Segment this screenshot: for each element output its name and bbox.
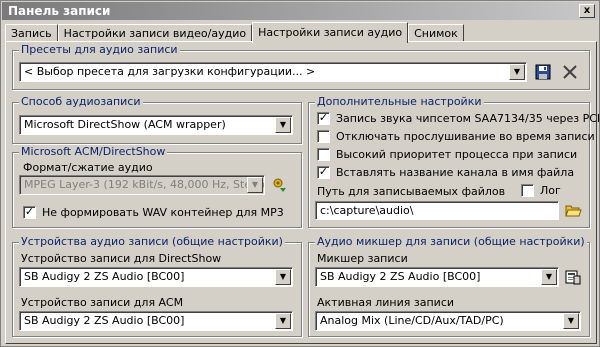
tab-strip: Запись Настройки записи видео/аудио Наст… [5,22,464,43]
delete-preset-button[interactable] [559,62,581,82]
tab-panel: Пресеты для аудио записи < Выбор пресета… [5,41,600,344]
acm-group-title: Microsoft ACM/DirectShow [19,145,168,158]
mixer-select[interactable]: SB Audigy 2 ZS Audio [BC00] ▼ [315,267,559,287]
chevron-down-icon[interactable]: ▼ [275,117,291,133]
acm-device-select[interactable]: SB Audigy 2 ZS Audio [BC00] ▼ [19,311,293,331]
presets-group: Пресеты для аудио записи < Выбор пресета… [12,43,590,90]
title-bar: Панель записи x [2,2,598,20]
window-title: Панель записи [8,4,111,18]
no-wav-container-checkbox[interactable]: ✓ [23,206,36,219]
close-button[interactable]: x [579,4,595,18]
browse-folder-button[interactable] [563,201,583,220]
capture-method-group: Способ аудиозаписи Microsoft DirectShow … [12,95,302,144]
active-line-select[interactable]: Analog Mix (Line/CD/Aux/TAD/PC) ▼ [315,311,581,331]
output-path-input[interactable]: c:\capture\audio\ [315,201,559,220]
extra-settings-group-title: Дополнительные настройки [315,95,484,108]
high-priority-option[interactable]: Высокий приоритет процесса при записи [317,148,577,161]
mixer-value: SB Audigy 2 ZS Audio [BC00] [320,270,481,283]
folder-open-icon [564,205,582,216]
preset-select-value: < Выбор пресета для загрузки конфигураци… [24,65,316,78]
capture-method-group-title: Способ аудиозаписи [19,95,143,108]
directshow-device-label: Устройство записи для DirectShow [21,252,222,265]
capture-method-select[interactable]: Microsoft DirectShow (ACM wrapper) ▼ [19,115,293,135]
channel-name-in-filename-label: Вставлять название канала в имя файла [336,166,575,179]
close-icon: x [583,5,591,16]
save-preset-button[interactable] [533,62,553,82]
high-priority-checkbox[interactable] [317,148,330,161]
recording-panel-window: Панель записи x Запись Настройки записи … [0,0,600,347]
extra-settings-group: Дополнительные настройки ✓ Запись звука … [308,95,600,228]
format-settings-icon [273,178,286,192]
active-line-value: Analog Mix (Line/CD/Aux/TAD/PC) [320,314,504,327]
channel-name-in-filename-checkbox[interactable]: ✓ [317,166,330,179]
delete-x-icon [563,65,577,79]
disable-monitoring-label: Отключать прослушивание во время записи [336,130,595,143]
floppy-disk-icon [535,64,551,80]
acm-device-label: Устройство записи для ACM [21,296,184,309]
channel-name-in-filename-option[interactable]: ✓ Вставлять название канала в имя файла [317,166,574,179]
presets-group-title: Пресеты для аудио записи [19,43,180,56]
audio-format-label: Формат/сжатие аудио [23,161,153,174]
disable-monitoring-option[interactable]: Отключать прослушивание во время записи [317,130,595,143]
directshow-device-value: SB Audigy 2 ZS Audio [BC00] [24,270,185,283]
tab-audio-settings[interactable]: Настройки записи аудио [252,22,409,43]
audio-format-select[interactable]: MPEG Layer-3 (192 kBit/s, 48,000 Hz, Ste… [19,175,265,195]
preset-select[interactable]: < Выбор пресета для загрузки конфигураци… [19,62,527,82]
chevron-down-icon[interactable]: ▼ [247,177,263,193]
no-wav-container-option[interactable]: ✓ Не формировать WAV контейнер для MP3 [23,206,284,219]
chevron-down-icon[interactable]: ▼ [275,313,291,329]
audio-format-value: MPEG Layer-3 (192 kBit/s, 48,000 Hz, Ste… [24,178,265,191]
no-wav-container-label: Не формировать WAV контейнер для MP3 [42,206,284,219]
saa7134-pci-checkbox[interactable]: ✓ [317,112,330,125]
tab-record[interactable]: Запись [5,24,58,42]
devices-group-title: Устройства аудио записи (общие настройки… [19,235,285,248]
chevron-down-icon[interactable]: ▼ [563,313,579,329]
acm-group: Microsoft ACM/DirectShow Формат/сжатие а… [12,145,302,228]
devices-group: Устройства аудио записи (общие настройки… [12,235,302,337]
disable-monitoring-checkbox[interactable] [317,130,330,143]
tab-video-audio-settings[interactable]: Настройки записи видео/аудио [57,24,253,42]
active-line-label: Активная линия записи [317,296,455,309]
format-settings-button[interactable] [269,175,291,195]
log-label: Лог [540,184,561,197]
capture-method-value: Microsoft DirectShow (ACM wrapper) [24,118,226,131]
acm-device-value: SB Audigy 2 ZS Audio [BC00] [24,314,185,327]
chevron-down-icon[interactable]: ▼ [541,269,557,285]
tab-snapshot[interactable]: Снимок [408,24,464,42]
output-path-value: c:\capture\audio\ [320,204,414,217]
mixer-properties-button[interactable] [563,267,583,287]
high-priority-label: Высокий приоритет процесса при записи [336,148,578,161]
saa7134-pci-label: Запись звука чипсетом SAA7134/35 через P… [336,112,600,125]
mixer-group-title: Аудио микшер для записи (общие настройки… [315,235,587,248]
log-checkbox[interactable] [521,184,534,197]
saa7134-pci-option[interactable]: ✓ Запись звука чипсетом SAA7134/35 через… [317,112,600,125]
chevron-down-icon[interactable]: ▼ [275,269,291,285]
directshow-device-select[interactable]: SB Audigy 2 ZS Audio [BC00] ▼ [19,267,293,287]
mixer-properties-icon [565,270,581,285]
mixer-group: Аудио микшер для записи (общие настройки… [308,235,590,337]
chevron-down-icon[interactable]: ▼ [509,64,525,80]
mixer-label: Микшер записи [317,252,408,265]
log-option[interactable]: Лог [521,184,561,197]
output-path-label: Путь для записываемых файлов [317,185,506,198]
